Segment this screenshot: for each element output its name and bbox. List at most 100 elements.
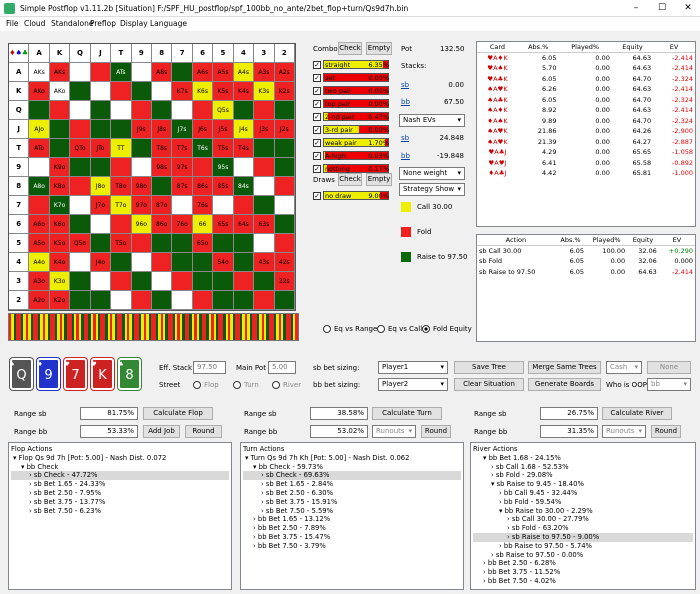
grid-cell[interactable]	[49, 120, 71, 139]
menu-file[interactable]: File	[6, 19, 19, 28]
turn-tree-node[interactable]: › bb Bet 2.50 - 7.89%	[243, 524, 461, 533]
action_table-row[interactable]: sb Call 30.00 6.05 100.00 32.06 +0.290	[477, 246, 695, 257]
river-radio[interactable]	[272, 381, 280, 389]
grid-cell[interactable]: A3s	[254, 63, 275, 82]
grid-cell[interactable]: A5o	[29, 234, 50, 253]
range-grid[interactable]: ♦ ♠ ♣ A K Q J T 9 8 7 6 5 4 3 2 A AKs AKs ATs A8s A6s A5s A4s A3…	[8, 43, 296, 311]
grid-cell[interactable]: 32s	[274, 272, 295, 291]
grid-cell[interactable]: J9s	[131, 120, 152, 139]
grid-cell[interactable]	[172, 101, 193, 120]
bb-ev-link[interactable]: bb	[401, 152, 410, 160]
grid-cell[interactable]	[172, 196, 193, 215]
grid-cell[interactable]: T7o	[111, 196, 132, 215]
action-table[interactable]: Action Abs.% Played% Equity EV sb Call 30.00 6…	[476, 234, 696, 342]
grid-cell[interactable]	[131, 82, 152, 101]
turn-tree-node[interactable]: › bb Bet 7.50 - 3.79%	[243, 542, 461, 551]
grid-cell[interactable]	[233, 196, 255, 215]
grid-cell[interactable]	[111, 82, 132, 101]
grid-cell[interactable]: ATs	[111, 63, 132, 82]
generate-boards-button[interactable]: Generate Boards	[528, 378, 601, 391]
grid-cell[interactable]	[29, 158, 50, 177]
grid-cell[interactable]	[111, 158, 132, 177]
grid-cell[interactable]: K6s	[192, 82, 214, 101]
grid-cell[interactable]	[172, 253, 193, 272]
grid-cell[interactable]	[90, 234, 112, 253]
eff-stack-input[interactable]: 97.50	[193, 361, 226, 374]
grid-cell[interactable]	[254, 272, 275, 291]
grid-cell[interactable]: AJo	[29, 120, 50, 139]
grid-cell[interactable]	[131, 158, 152, 177]
hand_table-row[interactable]: ♥A♦K 6.05 0.00 64.63 -2.414	[477, 53, 695, 64]
combos-checkbox[interactable]: ✓	[313, 165, 321, 173]
grid-cell[interactable]: K9o	[49, 158, 71, 177]
turn-runouts-select[interactable]: Runouts	[372, 425, 416, 438]
eq-vs-range-radio[interactable]	[323, 325, 331, 333]
weight-select[interactable]: None weight	[399, 167, 465, 180]
river-tree-node[interactable]: › sb Call 1.68 - 52.53%	[473, 463, 693, 472]
grid-cell[interactable]	[111, 291, 132, 310]
grid-cell[interactable]: K4s	[233, 82, 255, 101]
grid-cell[interactable]	[131, 272, 152, 291]
grid-cell[interactable]: K5s	[213, 82, 234, 101]
hand_table-row[interactable]: ♥A♥J 6.41 0.00 65.58 -0.892	[477, 158, 695, 169]
grid-cell[interactable]: A8s	[152, 63, 173, 82]
grid-cell[interactable]: 43s	[254, 253, 275, 272]
board-card[interactable]: ♣ 8	[118, 358, 141, 390]
river-tree-node[interactable]: › sb Fold - 29.08%	[473, 471, 693, 480]
combos-checkbox[interactable]: ✓	[313, 61, 321, 69]
grid-cell[interactable]	[274, 196, 295, 215]
grid-cell[interactable]	[29, 196, 50, 215]
grid-cell[interactable]	[111, 272, 132, 291]
hand_table-row[interactable]: ♠A♣K 6.05 0.00 64.70 -2.324	[477, 95, 695, 106]
grid-cell[interactable]	[90, 101, 112, 120]
grid-cell[interactable]	[274, 101, 295, 120]
hand_table-row[interactable]: ♠A♥K 21.86 0.00 64.26 -2.900	[477, 126, 695, 137]
grid-cell[interactable]: 84s	[233, 177, 255, 196]
flop-actions-tree[interactable]: Flop Actions ▾ Flop Qs 9d 7h [Pot: 5.00] …	[8, 442, 232, 590]
flop-tree-node[interactable]: › sb Bet 1.65 - 24.33%	[11, 480, 229, 489]
grid-cell[interactable]: J7o	[90, 196, 112, 215]
grid-cell[interactable]	[29, 101, 50, 120]
grid-cell[interactable]	[70, 63, 91, 82]
grid-cell[interactable]	[131, 291, 152, 310]
turn-tree-node[interactable]: › sb Check - 69.63%	[243, 471, 461, 481]
grid-cell[interactable]	[254, 196, 275, 215]
grid-cell[interactable]: J4o	[90, 253, 112, 272]
minimize-icon[interactable]: –	[624, 2, 648, 15]
draws-checkbox[interactable]: ✓	[313, 192, 321, 200]
grid-cell[interactable]	[131, 139, 152, 158]
calculate-turn-button[interactable]: Calculate Turn	[372, 407, 442, 420]
grid-cell[interactable]	[131, 63, 152, 82]
calculate-flop-button[interactable]: Calculate Flop	[143, 407, 213, 420]
grid-cell[interactable]: 65s	[213, 215, 234, 234]
maximize-icon[interactable]: ☐	[650, 2, 674, 15]
action_table-header[interactable]: Played%	[586, 235, 628, 246]
grid-cell[interactable]: T7s	[172, 139, 193, 158]
menu-language[interactable]: Language	[150, 19, 187, 28]
grid-cell[interactable]: T5s	[213, 139, 234, 158]
sb-link[interactable]: sb	[401, 81, 409, 89]
grid-cell[interactable]: J5s	[213, 120, 234, 139]
combos-checkbox[interactable]: ✓	[313, 87, 321, 95]
flop-tree-node[interactable]: ▾ bb Check	[11, 463, 229, 472]
grid-cell[interactable]: 66	[192, 215, 214, 234]
action_table-header[interactable]: EV	[658, 235, 695, 246]
grid-cell[interactable]: T8o	[111, 177, 132, 196]
grid-cell[interactable]	[90, 272, 112, 291]
ev-mode-select[interactable]: Nash EVs	[399, 114, 465, 127]
turn-tree-node[interactable]: › sb Bet 3.75 - 15.91%	[243, 498, 461, 507]
grid-cell[interactable]	[192, 272, 214, 291]
hand_table-row[interactable]: ♥A♣J 4.29 0.00 65.65 -1.058	[477, 147, 695, 158]
calculate-river-button[interactable]: Calculate River	[602, 407, 672, 420]
grid-cell[interactable]: A6o	[29, 215, 50, 234]
grid-cell[interactable]	[274, 234, 295, 253]
grid-cell[interactable]	[152, 291, 173, 310]
grid-cell[interactable]	[111, 215, 132, 234]
hand-table[interactable]: Card Abs.% Played% Equity EV ♥A♦K 6.05 0.00 64.6…	[476, 41, 696, 227]
flop-range-bb-input[interactable]: 53.33%	[80, 425, 138, 438]
river-tree-node[interactable]: › bb Bet 7.50 - 4.02%	[473, 577, 693, 586]
grid-cell[interactable]	[90, 82, 112, 101]
grid-cell[interactable]: 85s	[213, 177, 234, 196]
grid-cell[interactable]: AKo	[29, 82, 50, 101]
grid-cell[interactable]	[192, 158, 214, 177]
